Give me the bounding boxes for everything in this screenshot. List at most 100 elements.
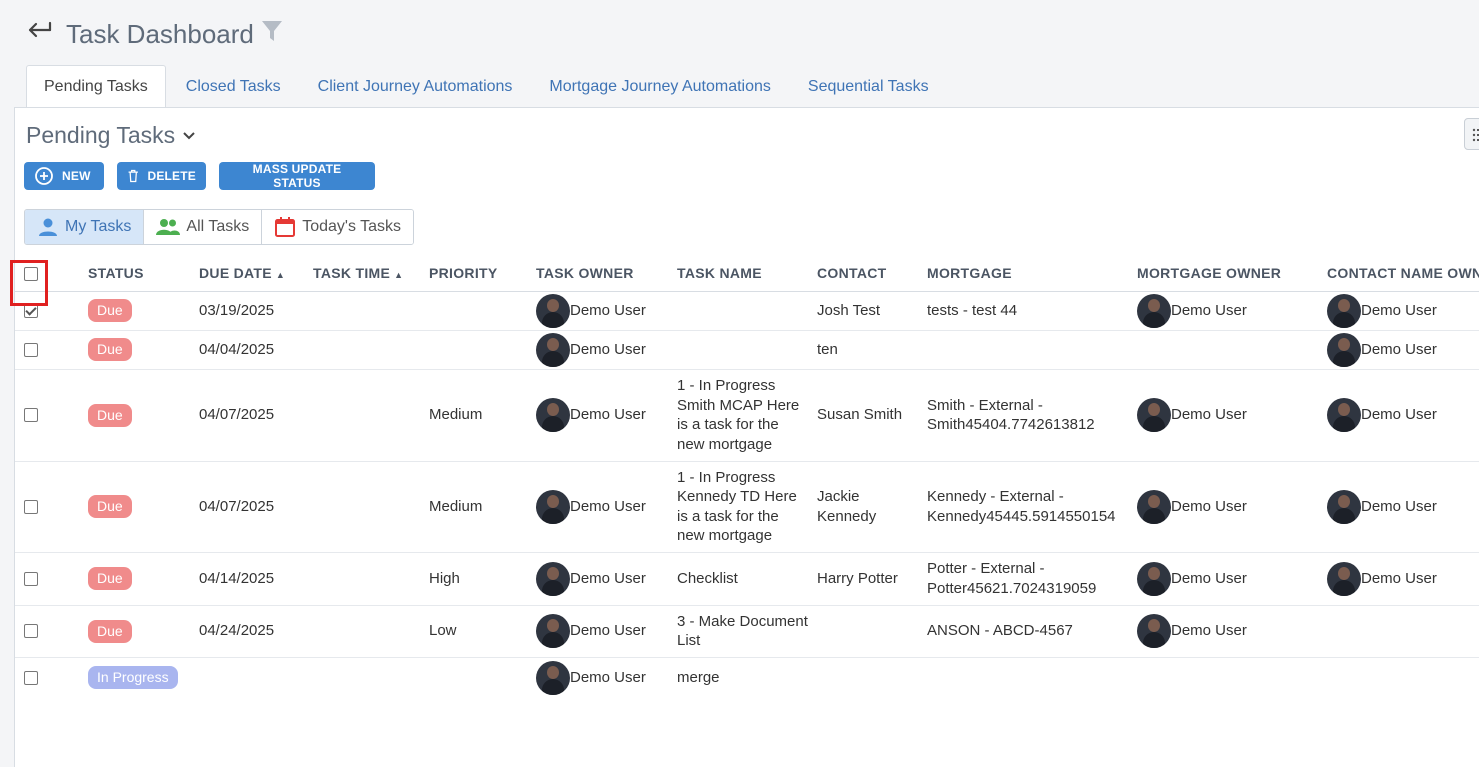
status-badge: Due (88, 338, 132, 361)
row-checkbox[interactable] (24, 499, 38, 514)
mortgage-cell[interactable]: tests - test 44 (923, 291, 1133, 331)
contact-cell[interactable]: Susan Smith (813, 369, 923, 462)
table-row[interactable]: Due 04/07/2025 Medium Demo User 1 - In P… (15, 461, 1479, 553)
mortgage-owner-name: Demo User (1171, 497, 1247, 515)
avatar (1137, 398, 1171, 432)
row-checkbox[interactable] (24, 342, 38, 357)
contact-cell[interactable]: Jackie Kennedy (813, 461, 923, 553)
view-my-tasks[interactable]: My Tasks (25, 210, 145, 244)
row-checkbox[interactable] (24, 671, 38, 686)
avatar (1137, 614, 1171, 648)
contact-cell[interactable] (813, 657, 923, 698)
tab-closed-tasks[interactable]: Closed Tasks (169, 65, 298, 108)
task-name-cell[interactable]: 1 - In Progress Kennedy TD Here is a tas… (673, 461, 813, 553)
column-settings-button[interactable] (1464, 118, 1479, 150)
column-header-due-date-label: DUE DATE (199, 264, 272, 281)
row-checkbox[interactable] (24, 624, 38, 639)
task-name-cell[interactable]: 1 - In Progress Smith MCAP Here is a tas… (673, 369, 813, 462)
task-owner-cell: Demo User (532, 369, 673, 462)
table-row[interactable]: Due 04/04/2025 Demo User ten Demo User (15, 330, 1479, 370)
task-owner-cell: Demo User (532, 552, 673, 606)
avatar (536, 614, 570, 648)
task-name-cell[interactable]: 3 - Make Document List (673, 605, 813, 658)
contact-cell[interactable]: ten (813, 330, 923, 370)
status-cell: Due (84, 461, 195, 553)
tab-sequential-tasks[interactable]: Sequential Tasks (791, 65, 946, 108)
tab-mortgage-journey-automations[interactable]: Mortgage Journey Automations (532, 65, 787, 108)
column-header-contact-name-owner[interactable]: CONTACT NAME OWN (1323, 255, 1479, 292)
column-header-task-name[interactable]: TASK NAME (673, 255, 813, 292)
column-header-task-owner[interactable]: TASK OWNER (532, 255, 673, 292)
avatar (536, 660, 570, 695)
column-header-task-time[interactable]: TASK TIME ▲ (309, 255, 425, 292)
task-time-cell (309, 291, 425, 331)
task-time-cell (309, 330, 425, 370)
avatar (1137, 489, 1171, 524)
contact-cell[interactable]: Josh Test (813, 291, 923, 331)
mass-update-status-button[interactable]: MASS UPDATE STATUS (219, 162, 375, 190)
column-header-priority[interactable]: PRIORITY (425, 255, 532, 292)
mortgage-cell[interactable]: Smith - External - Smith45404.7742613812 (923, 369, 1133, 462)
mortgage-cell[interactable]: ANSON - ABCD-4567 (923, 605, 1133, 658)
task-name-cell[interactable] (673, 330, 813, 370)
task-owner-name: Demo User (570, 497, 646, 515)
task-owner-name: Demo User (570, 406, 646, 424)
calendar-icon (275, 217, 296, 237)
column-header-contact[interactable]: CONTACT (813, 255, 923, 292)
back-arrow-icon[interactable] (26, 18, 54, 42)
avatar (1327, 398, 1361, 432)
view-todays-tasks[interactable]: Today's Tasks (262, 210, 414, 244)
table-row[interactable]: Due 03/19/2025 Demo User Josh Test tests… (15, 291, 1479, 331)
column-header-status[interactable]: STATUS (84, 255, 195, 292)
pending-tasks-panel: Pending Tasks NEW DELETE MASS UPDATE STA… (10, 107, 1479, 767)
table-row[interactable]: In Progress Demo User merge (15, 657, 1479, 698)
priority-cell: Low (425, 605, 532, 658)
task-name-cell[interactable] (673, 291, 813, 331)
mortgage-owner-cell: Demo User (1133, 605, 1323, 658)
user-icon (39, 218, 57, 236)
contact-cell[interactable] (813, 605, 923, 658)
new-button[interactable]: NEW (24, 162, 104, 190)
row-checkbox[interactable] (24, 408, 38, 423)
priority-cell: Medium (425, 461, 532, 553)
column-header-mortgage-owner[interactable]: MORTGAGE OWNER (1133, 255, 1323, 292)
table-row[interactable]: Due 04/14/2025 High Demo User Checklist … (15, 552, 1479, 606)
priority-cell (425, 291, 532, 331)
contact-owner-cell: Demo User (1323, 291, 1479, 331)
mortgage-cell[interactable]: Potter - External - Potter45621.70243190… (923, 552, 1133, 606)
avatar (536, 332, 570, 367)
task-name-cell[interactable]: Checklist (673, 552, 813, 606)
table-row[interactable]: Due 04/07/2025 Medium Demo User 1 - In P… (15, 369, 1479, 462)
page-title: Task Dashboard (66, 19, 254, 49)
mortgage-cell[interactable]: Kennedy - External - Kennedy45445.591455… (923, 461, 1133, 553)
tab-pending-tasks[interactable]: Pending Tasks (26, 65, 166, 108)
task-owner-cell: Demo User (532, 291, 673, 331)
row-select-cell (15, 330, 84, 370)
mortgage-cell[interactable] (923, 330, 1133, 370)
table-row[interactable]: Due 04/24/2025 Low Demo User 3 - Make Do… (15, 605, 1479, 658)
column-header-due-date[interactable]: DUE DATE ▲ (195, 255, 309, 292)
column-header-mortgage[interactable]: MORTGAGE (923, 255, 1133, 292)
task-owner-cell: Demo User (532, 330, 673, 370)
due-date-cell: 03/19/2025 (195, 291, 309, 331)
delete-button[interactable]: DELETE (117, 162, 206, 190)
tab-client-journey-automations[interactable]: Client Journey Automations (301, 65, 530, 108)
task-name-cell[interactable]: merge (673, 657, 813, 698)
task-time-cell (309, 657, 425, 698)
mortgage-owner-name: Demo User (1171, 301, 1247, 319)
view-all-tasks[interactable]: All Tasks (144, 210, 263, 244)
avatar (1327, 293, 1361, 328)
row-checkbox[interactable] (24, 303, 38, 318)
contact-owner-name: Demo User (1361, 497, 1437, 515)
priority-cell (425, 657, 532, 698)
mortgage-owner-name: Demo User (1171, 406, 1247, 424)
section-title-dropdown[interactable]: Pending Tasks (26, 122, 197, 149)
status-cell: Due (84, 291, 195, 331)
filter-icon[interactable] (260, 19, 284, 43)
select-all-checkbox[interactable] (24, 266, 38, 281)
contact-cell[interactable]: Harry Potter (813, 552, 923, 606)
row-checkbox[interactable] (24, 571, 38, 586)
mortgage-cell[interactable] (923, 657, 1133, 698)
mortgage-owner-cell (1133, 657, 1323, 698)
priority-cell: Medium (425, 369, 532, 462)
